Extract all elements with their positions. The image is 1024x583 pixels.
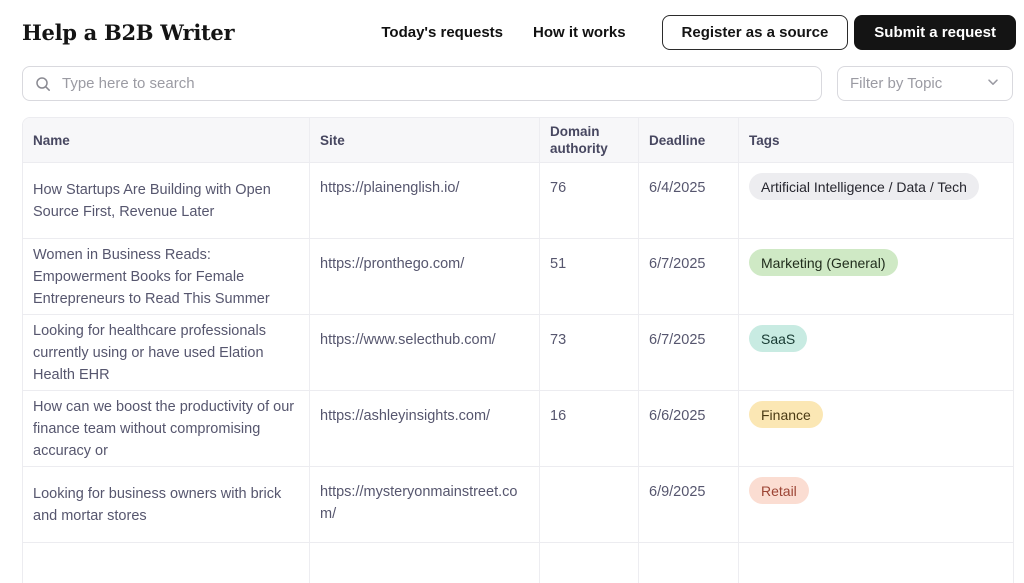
column-header-tags: Tags <box>738 118 1013 162</box>
request-da-cell <box>539 467 638 542</box>
request-da-cell: 51 <box>539 239 638 314</box>
request-da-cell: 16 <box>539 391 638 466</box>
register-as-source-button[interactable]: Register as a source <box>662 15 849 50</box>
top-header: Help a B2B Writer Today's requests How i… <box>0 0 1024 58</box>
request-tags-cell: Marketing (General) <box>738 239 1013 314</box>
request-site-cell: https://mysteryonmainstreet.com/ <box>309 467 539 542</box>
table-header-row: Name Site Domain authority Deadline Tags <box>23 118 1013 163</box>
request-site-cell: https://pronthego.com/ <box>309 239 539 314</box>
request-name-cell: Looking for business owners with brick a… <box>23 467 309 542</box>
toolbar: Filter by Topic <box>0 58 1024 101</box>
filter-label: Filter by Topic <box>850 75 942 92</box>
request-tags-cell: SaaS <box>738 315 1013 390</box>
table-row[interactable] <box>23 543 1013 583</box>
column-header-name: Name <box>23 118 309 162</box>
table-row[interactable]: Women in Business Reads: Empowerment Boo… <box>23 239 1013 315</box>
request-deadline-cell: 6/6/2025 <box>638 391 738 466</box>
tag-badge: Finance <box>749 401 823 428</box>
request-deadline-cell: 6/7/2025 <box>638 315 738 390</box>
table-row[interactable]: How can we boost the productivity of our… <box>23 391 1013 467</box>
search-icon <box>35 76 51 92</box>
request-name-cell: How Startups Are Building with Open Sour… <box>23 163 309 238</box>
request-deadline-cell: 6/9/2025 <box>638 467 738 542</box>
tag-badge: Artificial Intelligence / Data / Tech <box>749 173 979 200</box>
search-input[interactable] <box>60 74 809 93</box>
request-site-cell: https://ashleyinsights.com/ <box>309 391 539 466</box>
tag-badge: SaaS <box>749 325 807 352</box>
table-row[interactable]: Looking for healthcare professionals cur… <box>23 315 1013 391</box>
chevron-down-icon <box>986 75 1000 93</box>
request-name-cell: Looking for healthcare professionals cur… <box>23 315 309 390</box>
submit-request-button[interactable]: Submit a request <box>854 15 1016 50</box>
request-tags-cell: Artificial Intelligence / Data / Tech <box>738 163 1013 238</box>
request-site-cell: https://plainenglish.io/ <box>309 163 539 238</box>
request-tags-cell: Retail <box>738 467 1013 542</box>
request-da-cell: 76 <box>539 163 638 238</box>
tag-badge: Retail <box>749 477 809 504</box>
request-deadline-cell: 6/4/2025 <box>638 163 738 238</box>
table-row[interactable]: How Startups Are Building with Open Sour… <box>23 163 1013 239</box>
request-deadline-cell: 6/7/2025 <box>638 239 738 314</box>
request-site-cell: https://www.selecthub.com/ <box>309 315 539 390</box>
column-header-domain-authority: Domain authority <box>539 118 638 162</box>
table-row[interactable]: Looking for business owners with brick a… <box>23 467 1013 543</box>
tag-badge: Marketing (General) <box>749 249 898 276</box>
search-box[interactable] <box>22 66 822 101</box>
request-name-cell: How can we boost the productivity of our… <box>23 391 309 466</box>
column-header-site: Site <box>309 118 539 162</box>
header-nav: Today's requests How it works Register a… <box>381 15 1016 50</box>
brand-logo[interactable]: Help a B2B Writer <box>22 20 234 45</box>
requests-table: Name Site Domain authority Deadline Tags… <box>22 117 1014 583</box>
request-name-cell: Women in Business Reads: Empowerment Boo… <box>23 239 309 314</box>
nav-how-it-works[interactable]: How it works <box>533 24 626 41</box>
request-da-cell: 73 <box>539 315 638 390</box>
request-tags-cell: Finance <box>738 391 1013 466</box>
nav-todays-requests[interactable]: Today's requests <box>381 24 503 41</box>
filter-by-topic-dropdown[interactable]: Filter by Topic <box>837 66 1013 101</box>
column-header-deadline: Deadline <box>638 118 738 162</box>
